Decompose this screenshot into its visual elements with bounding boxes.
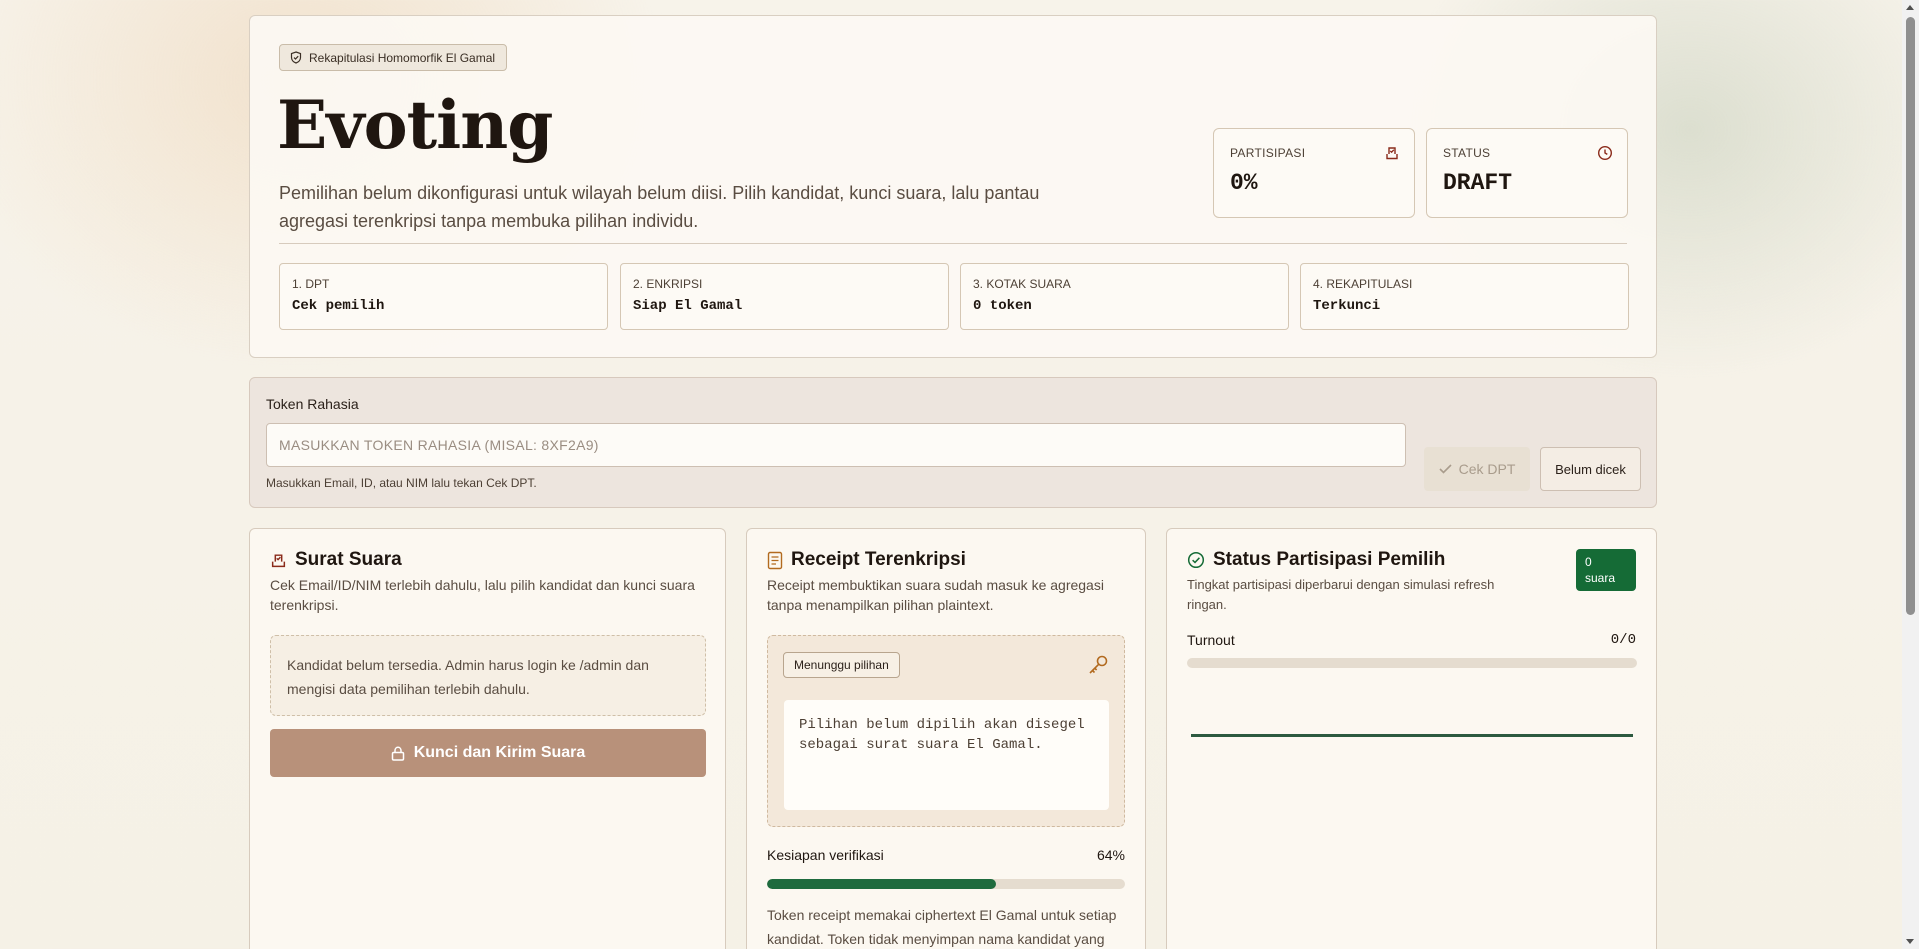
turnout-progress-bar: [1187, 658, 1637, 668]
step-label: 2. ENKRIPSI: [633, 277, 703, 291]
step-dpt: 1. DPT Cek pemilih: [279, 263, 608, 330]
verification-percent: 64%: [1096, 847, 1125, 863]
stat-value: 0%: [1230, 170, 1258, 196]
hero-badge: Rekapitulasi Homomorfik El Gamal: [279, 44, 508, 71]
verification-progress-bar: [767, 879, 1125, 889]
receipt-icon: [767, 551, 783, 569]
turnout-label: Turnout: [1187, 632, 1235, 648]
page-scrollbar[interactable]: [1902, 0, 1919, 949]
clock-icon: [1597, 145, 1613, 161]
ballot-card: Surat Suara Cek Email/ID/NIM terlebih da…: [249, 528, 726, 949]
vote-unit: suara: [1585, 571, 1616, 585]
hero-panel: Rekapitulasi Homomorfik El Gamal Evoting…: [249, 15, 1657, 358]
step-enkripsi: 2. ENKRIPSI Siap El Gamal: [620, 263, 949, 330]
turnout-value: 0/0: [1610, 632, 1636, 648]
lock-submit-label: Kunci dan Kirim Suara: [413, 744, 586, 761]
verification-note: Token receipt memakai ciphertext El Gama…: [767, 907, 1117, 947]
card-title: Status Partisipasi Pemilih: [1213, 549, 1446, 570]
card-description: Receipt membuktikan suara sudah masuk ke…: [767, 577, 1104, 613]
step-kotak-suara: 3. KOTAK SUARA 0 token: [960, 263, 1289, 330]
receipt-box: Menunggu pilihan Pilihan belum dipilih a…: [767, 635, 1125, 827]
card-title: Surat Suara: [295, 549, 402, 570]
step-value: Siap El Gamal: [633, 298, 743, 314]
page-title: Evoting: [277, 86, 553, 164]
hero-badge-label: Rekapitulasi Homomorfik El Gamal: [309, 50, 496, 65]
lock-icon: [391, 746, 404, 761]
stat-label: PARTISIPASI: [1230, 146, 1306, 160]
check-icon: [1439, 464, 1452, 474]
verification-progress-fill: [767, 879, 997, 889]
empty-candidates-message: Kandidat belum tersedia. Admin harus log…: [270, 635, 706, 716]
participation-card: Status Partisipasi Pemilih Tingkat parti…: [1166, 528, 1657, 949]
scroll-thumb[interactable]: [1906, 17, 1915, 615]
card-description: Cek Email/ID/NIM terlebih dahulu, lalu p…: [270, 577, 695, 613]
token-label: Token Rahasia: [266, 396, 359, 412]
step-value: Cek pemilih: [292, 298, 385, 314]
check-status-button[interactable]: Belum dicek: [1540, 447, 1641, 491]
card-title: Receipt Terenkripsi: [791, 549, 966, 570]
token-input[interactable]: [266, 423, 1406, 467]
participation-trend-line: [1191, 734, 1633, 737]
step-label: 4. REKAPITULASI: [1313, 277, 1413, 291]
step-label: 1. DPT: [292, 277, 330, 291]
scroll-down-icon[interactable]: [1906, 939, 1914, 944]
shield-check-icon: [290, 51, 302, 64]
receipt-ciphertext-text: Pilihan belum dipilih akan disegel sebag…: [784, 700, 1109, 810]
receipt-card: Receipt Terenkripsi Receipt membuktikan …: [746, 528, 1146, 949]
check-dpt-button[interactable]: Cek DPT: [1424, 447, 1530, 491]
step-label: 3. KOTAK SUARA: [973, 277, 1071, 291]
card-description: Tingkat partisipasi diperbarui dengan si…: [1187, 577, 1495, 612]
key-icon: [1089, 655, 1108, 674]
verification-label: Kesiapan verifikasi: [767, 847, 884, 863]
hero-divider: [279, 243, 1627, 244]
vote-count-badge: 0 suara: [1576, 549, 1636, 591]
vote-count: 0: [1585, 555, 1592, 569]
token-help-text: Masukkan Email, ID, atau NIM lalu tekan …: [266, 476, 537, 490]
page-subtitle: Pemilihan belum dikonfigurasi untuk wila…: [279, 183, 1040, 231]
step-value: 0 token: [973, 298, 1032, 314]
token-panel: Token Rahasia Masukkan Email, ID, atau N…: [249, 377, 1657, 508]
check-circle-icon: [1187, 551, 1205, 569]
scroll-up-icon[interactable]: [1906, 5, 1914, 10]
stat-label: STATUS: [1443, 146, 1491, 160]
step-value: Terkunci: [1313, 298, 1381, 314]
step-rekapitulasi: 4. REKAPITULASI Terkunci: [1300, 263, 1629, 330]
lock-submit-vote-button[interactable]: Kunci dan Kirim Suara: [270, 729, 706, 777]
stat-card-status: STATUS DRAFT: [1426, 128, 1628, 218]
stat-card-partisipasi: PARTISIPASI 0%: [1213, 128, 1415, 218]
ballot-box-icon: [1386, 147, 1398, 160]
stat-value: DRAFT: [1443, 170, 1513, 196]
receipt-status-badge: Menunggu pilihan: [783, 652, 900, 678]
check-dpt-label: Cek DPT: [1458, 461, 1516, 477]
ballot-box-icon: [271, 553, 286, 567]
